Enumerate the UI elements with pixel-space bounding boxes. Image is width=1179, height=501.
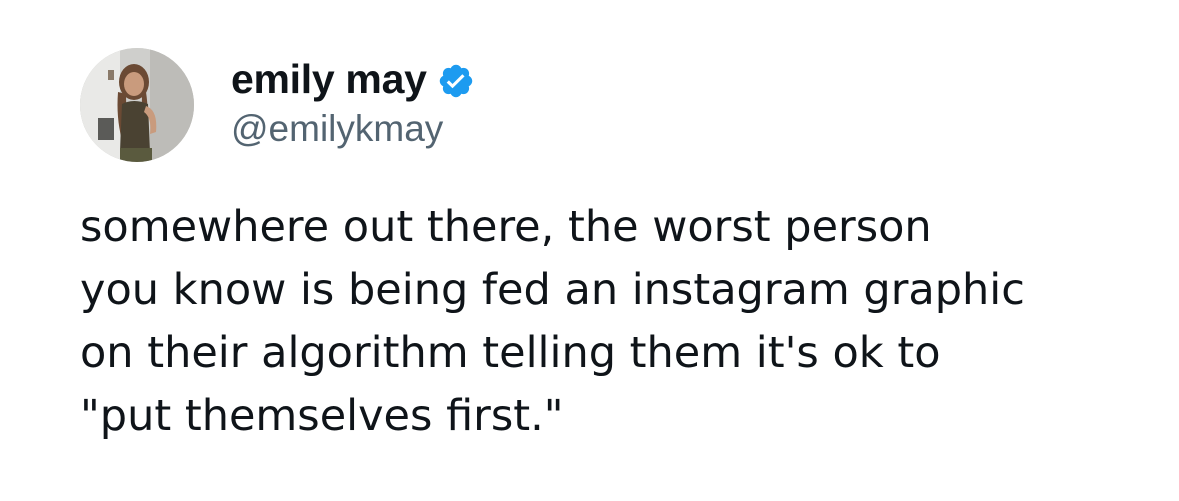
tweet-card: emily may @emilykmay somewhere out there…: [0, 0, 1179, 501]
tweet-text: somewhere out there, the worst person yo…: [80, 196, 1160, 448]
avatar-photo: [80, 48, 194, 162]
tweet-text-line: "put themselves first.": [80, 391, 564, 441]
author-name-row: emily may: [231, 54, 475, 104]
author-handle[interactable]: @emilykmay: [231, 106, 443, 152]
verified-badge-icon: [437, 62, 475, 100]
avatar[interactable]: [80, 48, 194, 162]
tweet-text-line: somewhere out there, the worst person: [80, 202, 932, 252]
tweet-text-line: on their algorithm telling them it's ok …: [80, 328, 941, 378]
author-display-name[interactable]: emily may: [231, 54, 427, 104]
tweet-text-line: you know is being fed an instagram graph…: [80, 265, 1025, 315]
